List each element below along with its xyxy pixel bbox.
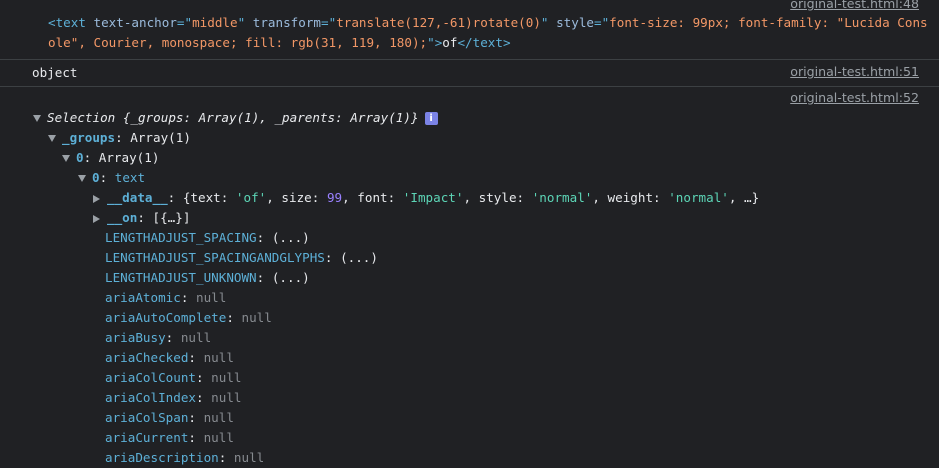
attr-name: transform bbox=[245, 15, 322, 30]
property-key: ariaDescription bbox=[105, 450, 219, 465]
property-key: __data__ bbox=[107, 190, 168, 205]
tree-row-on[interactable]: __on: [{…}] bbox=[93, 208, 190, 228]
property-key: LENGTHADJUST_SPACING bbox=[105, 230, 257, 245]
selection-summary: {_groups: Array(1), _parents: Array(1)} bbox=[115, 110, 419, 125]
data-weight-key: , weight: bbox=[592, 190, 669, 205]
property-value: Array(1) bbox=[98, 150, 160, 165]
attr-name: text-anchor bbox=[85, 15, 177, 30]
property-value: null bbox=[241, 310, 272, 325]
selection-label: Selection bbox=[47, 110, 116, 125]
property-key: 0 bbox=[76, 150, 84, 165]
tree-row-property[interactable]: ariaColSpan: null bbox=[105, 408, 234, 428]
property-value: null bbox=[211, 370, 242, 385]
property-value: null bbox=[180, 330, 212, 345]
property-value[interactable]: (...) bbox=[272, 270, 310, 285]
property-key: LENGTHADJUST_SPACINGANDGLYPHS bbox=[105, 250, 325, 265]
tree-row-property[interactable]: ariaColCount: null bbox=[105, 368, 242, 388]
tree-row-property[interactable]: LENGTHADJUST_SPACING: (...) bbox=[105, 228, 310, 248]
property-key: _groups bbox=[62, 130, 116, 145]
tree-row-property[interactable]: LENGTHADJUST_SPACINGANDGLYPHS: (...) bbox=[105, 248, 378, 268]
property-key: ariaAutoComplete bbox=[105, 310, 227, 325]
property-value: null bbox=[211, 390, 242, 405]
source-link-48[interactable]: original-test.html:48 bbox=[790, 0, 919, 11]
property-value[interactable]: (...) bbox=[272, 230, 310, 245]
property-key: ariaColSpan bbox=[105, 410, 189, 425]
source-link-51[interactable]: original-test.html:51 bbox=[790, 64, 919, 79]
info-icon[interactable]: i bbox=[424, 112, 438, 125]
console-divider bbox=[0, 86, 939, 87]
attr-value: translate(127,-61)rotate(0) bbox=[336, 15, 541, 30]
property-key: __on bbox=[107, 210, 138, 225]
expand-arrow-icon[interactable] bbox=[33, 115, 41, 122]
tag-close: </text> bbox=[457, 35, 511, 50]
property-key: ariaCurrent bbox=[105, 430, 189, 445]
tree-row-property[interactable]: ariaAtomic: null bbox=[105, 288, 226, 308]
property-value: null bbox=[203, 430, 234, 445]
console-divider bbox=[0, 59, 939, 60]
expand-arrow-icon[interactable] bbox=[48, 135, 56, 142]
expand-arrow-icon[interactable] bbox=[78, 175, 86, 182]
collapse-arrow-icon[interactable] bbox=[93, 194, 100, 203]
data-font-value: 'Impact' bbox=[402, 190, 464, 205]
data-font-key: , font: bbox=[342, 190, 403, 205]
property-key: ariaColCount bbox=[105, 370, 196, 385]
html-element-preview[interactable]: <text text-anchor="middle" transform="tr… bbox=[48, 13, 929, 53]
expand-arrow-icon[interactable] bbox=[62, 155, 70, 162]
attr-value: middle bbox=[192, 15, 238, 30]
data-open: {text: bbox=[182, 190, 236, 205]
attr-eq: =" bbox=[176, 15, 193, 30]
property-value: null bbox=[233, 450, 265, 465]
tree-row-property[interactable]: ariaCurrent: null bbox=[105, 428, 234, 448]
tag-open: <text bbox=[48, 15, 86, 30]
element-text: of bbox=[442, 35, 458, 50]
tree-row-property[interactable]: ariaAutoComplete: null bbox=[105, 308, 272, 328]
property-key: LENGTHADJUST_UNKNOWN bbox=[105, 270, 257, 285]
source-link-52[interactable]: original-test.html:52 bbox=[790, 90, 919, 105]
property-value: null bbox=[203, 410, 234, 425]
property-value: null bbox=[203, 350, 234, 365]
attr-name: style bbox=[548, 15, 594, 30]
attr-eq: =" bbox=[594, 15, 610, 30]
attr-quote: " bbox=[540, 15, 549, 30]
data-tail: , …} bbox=[728, 190, 760, 205]
property-key: ariaBusy bbox=[105, 330, 166, 345]
summary-text: {_groups: Array(1), _parents: Array(1)} bbox=[115, 110, 419, 125]
tree-row-group-0[interactable]: 0: Array(1) bbox=[62, 148, 159, 168]
property-value: text bbox=[114, 170, 146, 185]
property-value: null bbox=[196, 290, 227, 305]
tree-row-element-0[interactable]: 0: text bbox=[78, 168, 145, 188]
tree-row-property[interactable]: ariaBusy: null bbox=[105, 328, 211, 348]
collapse-arrow-icon[interactable] bbox=[93, 214, 100, 223]
property-value: Array(1) bbox=[130, 130, 191, 145]
console-message-object: object bbox=[32, 63, 78, 83]
tree-row-property[interactable]: ariaChecked: null bbox=[105, 348, 234, 368]
property-key: ariaColIndex bbox=[105, 390, 196, 405]
object-text: object bbox=[32, 65, 78, 80]
tree-row-selection[interactable]: Selection {_groups: Array(1), _parents: … bbox=[33, 108, 438, 128]
tree-row-property[interactable]: LENGTHADJUST_UNKNOWN: (...) bbox=[105, 268, 310, 288]
data-size-value: 99 bbox=[326, 190, 343, 205]
tree-row-data[interactable]: __data__: {text: 'of', size: 99, font: '… bbox=[93, 188, 759, 208]
property-value: [{…}] bbox=[152, 210, 191, 225]
tag-close-bracket: "> bbox=[427, 35, 443, 50]
data-style-key: , style: bbox=[463, 190, 532, 205]
attr-eq: =" bbox=[321, 15, 337, 30]
tree-row-property[interactable]: ariaDescription: null bbox=[105, 448, 264, 468]
data-style-value: 'normal' bbox=[531, 190, 593, 205]
data-weight-value: 'normal' bbox=[668, 190, 729, 205]
property-key: 0 bbox=[92, 170, 100, 185]
property-key: ariaAtomic bbox=[105, 290, 181, 305]
property-value[interactable]: (...) bbox=[340, 250, 378, 265]
data-text-value: 'of' bbox=[235, 190, 267, 205]
data-size-key: , size: bbox=[266, 190, 327, 205]
tree-row-groups[interactable]: _groups: Array(1) bbox=[48, 128, 191, 148]
tree-row-property[interactable]: ariaColIndex: null bbox=[105, 388, 242, 408]
property-key: ariaChecked bbox=[105, 350, 189, 365]
